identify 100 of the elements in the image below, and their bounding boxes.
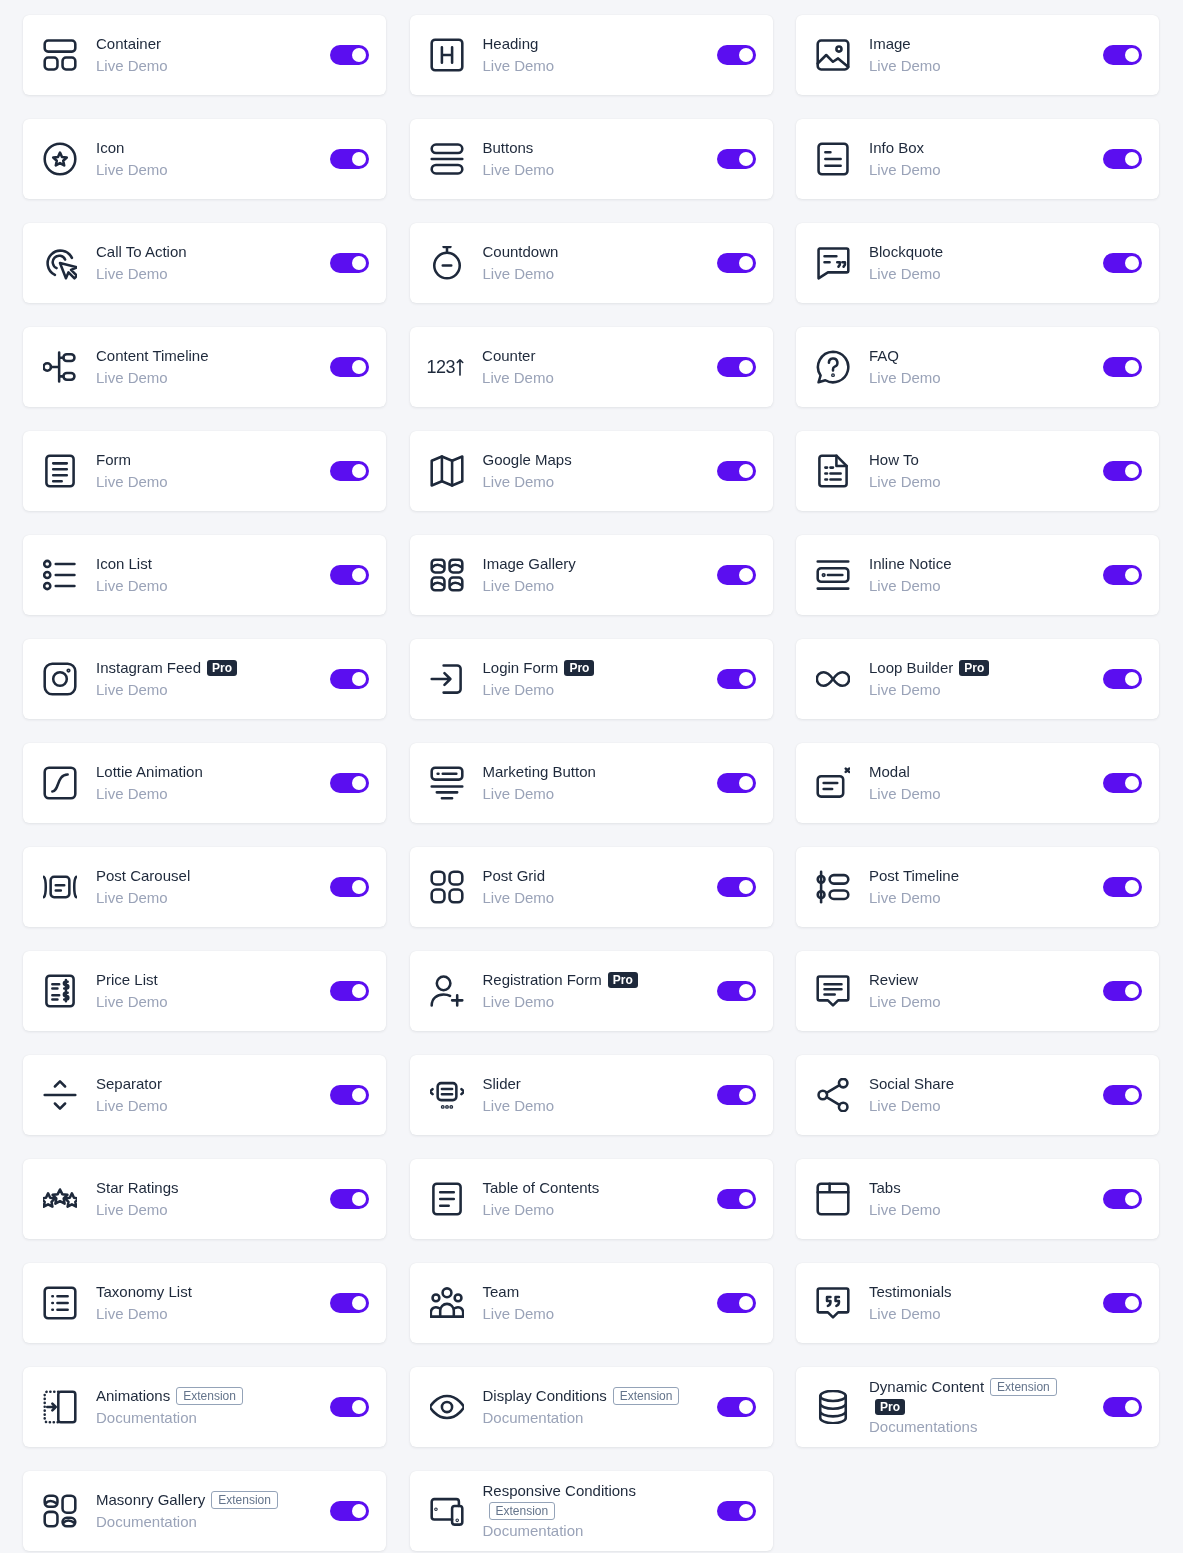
toggle-switch[interactable] bbox=[330, 877, 369, 897]
widget-link[interactable]: Documentation bbox=[482, 1407, 584, 1429]
widget-title: Lottie Animation bbox=[96, 762, 203, 782]
toggle-switch[interactable] bbox=[1103, 1189, 1142, 1209]
widget-link[interactable]: Live Demo bbox=[482, 55, 555, 77]
toggle-switch[interactable] bbox=[330, 461, 369, 481]
toggle-switch[interactable] bbox=[330, 669, 369, 689]
widget-link[interactable]: Live Demo bbox=[482, 1199, 555, 1221]
toggle-switch[interactable] bbox=[716, 1397, 756, 1417]
widget-title: Buttons bbox=[482, 138, 534, 158]
toggle-switch[interactable] bbox=[1103, 877, 1142, 897]
widget-link[interactable]: Live Demo bbox=[96, 55, 168, 77]
star-circle-icon bbox=[43, 142, 77, 176]
widget-link[interactable]: Live Demo bbox=[869, 679, 941, 701]
toggle-switch[interactable] bbox=[330, 45, 369, 65]
toggle-switch[interactable] bbox=[716, 1501, 756, 1521]
widget-link[interactable]: Live Demo bbox=[482, 991, 555, 1013]
toggle-switch[interactable] bbox=[1103, 981, 1142, 1001]
toggle-switch[interactable] bbox=[716, 461, 756, 481]
widget-link[interactable]: Live Demo bbox=[869, 575, 941, 597]
widget-link[interactable]: Live Demo bbox=[869, 783, 941, 805]
toggle-switch[interactable] bbox=[330, 149, 369, 169]
widget-link[interactable]: Live Demo bbox=[482, 367, 554, 389]
toggle-switch[interactable] bbox=[330, 253, 369, 273]
toggle-switch[interactable] bbox=[330, 1397, 369, 1417]
toggle-switch[interactable] bbox=[330, 1189, 369, 1209]
widget-link[interactable]: Live Demo bbox=[869, 887, 941, 909]
widget-link[interactable]: Live Demo bbox=[96, 471, 168, 493]
widget-link[interactable]: Live Demo bbox=[482, 263, 555, 285]
toggle-switch[interactable] bbox=[716, 1293, 756, 1313]
widget-link[interactable]: Live Demo bbox=[869, 471, 941, 493]
toggle-switch[interactable] bbox=[330, 565, 369, 585]
toggle-switch[interactable] bbox=[330, 1293, 369, 1313]
curve-square-icon bbox=[43, 766, 77, 800]
toggle-switch[interactable] bbox=[1103, 253, 1142, 273]
toggle-switch[interactable] bbox=[1103, 1293, 1142, 1313]
toggle-switch[interactable] bbox=[1103, 565, 1142, 585]
share-icon bbox=[816, 1078, 850, 1112]
toggle-switch[interactable] bbox=[716, 1189, 756, 1209]
widget-link[interactable]: Live Demo bbox=[96, 991, 168, 1013]
widget-link[interactable]: Live Demo bbox=[482, 1303, 555, 1325]
toggle-switch[interactable] bbox=[330, 1085, 369, 1105]
toggle-switch[interactable] bbox=[716, 773, 756, 793]
widget-link[interactable]: Live Demo bbox=[482, 575, 555, 597]
widget-link[interactable]: Live Demo bbox=[482, 471, 555, 493]
widget-link[interactable]: Live Demo bbox=[96, 263, 168, 285]
widget-link[interactable]: Live Demo bbox=[96, 887, 168, 909]
widget-link[interactable]: Live Demo bbox=[96, 575, 168, 597]
widget-title: Social Share bbox=[869, 1074, 955, 1094]
widget-link[interactable]: Live Demo bbox=[482, 783, 555, 805]
widget-title: Masonry Gallery bbox=[96, 1490, 206, 1510]
widget-link[interactable]: Live Demo bbox=[96, 159, 168, 181]
toggle-switch[interactable] bbox=[330, 357, 369, 377]
notice-bar-icon bbox=[816, 558, 850, 592]
widget-title: Tabs bbox=[869, 1178, 901, 1198]
toggle-switch[interactable] bbox=[716, 149, 756, 169]
widget-link[interactable]: Documentation bbox=[96, 1511, 197, 1533]
toggle-switch[interactable] bbox=[716, 981, 756, 1001]
toggle-switch[interactable] bbox=[1103, 45, 1142, 65]
toggle-switch[interactable] bbox=[330, 981, 369, 1001]
widget-link[interactable]: Live Demo bbox=[869, 991, 941, 1013]
widget-link[interactable]: Documentations bbox=[869, 1416, 978, 1438]
widget-link[interactable]: Live Demo bbox=[96, 367, 168, 389]
widget-title: Testimonials bbox=[869, 1282, 952, 1302]
toggle-switch[interactable] bbox=[716, 1085, 756, 1105]
toggle-switch[interactable] bbox=[716, 565, 756, 585]
toggle-switch[interactable] bbox=[1103, 149, 1142, 169]
toggle-switch[interactable] bbox=[1103, 357, 1142, 377]
widget-link[interactable]: Live Demo bbox=[482, 887, 555, 909]
stacked-buttons-icon bbox=[429, 142, 464, 176]
widget-link[interactable]: Live Demo bbox=[869, 367, 941, 389]
toggle-switch[interactable] bbox=[716, 877, 756, 897]
toggle-switch[interactable] bbox=[1103, 1085, 1142, 1105]
toggle-switch[interactable] bbox=[330, 773, 369, 793]
widget-link[interactable]: Live Demo bbox=[869, 263, 941, 285]
toggle-switch[interactable] bbox=[716, 45, 756, 65]
widget-link[interactable]: Live Demo bbox=[96, 1095, 168, 1117]
widget-link[interactable]: Live Demo bbox=[869, 55, 941, 77]
widget-link[interactable]: Live Demo bbox=[482, 679, 555, 701]
widget-link[interactable]: Live Demo bbox=[96, 783, 168, 805]
toggle-switch[interactable] bbox=[1103, 1397, 1142, 1417]
widget-link[interactable]: Live Demo bbox=[96, 1303, 168, 1325]
toggle-switch[interactable] bbox=[716, 669, 756, 689]
widget-link[interactable]: Live Demo bbox=[869, 1199, 941, 1221]
toggle-switch[interactable] bbox=[716, 253, 756, 273]
team-icon bbox=[429, 1286, 464, 1320]
toggle-switch[interactable] bbox=[1103, 669, 1142, 689]
widget-link[interactable]: Documentation bbox=[96, 1407, 197, 1429]
widget-link[interactable]: Live Demo bbox=[869, 159, 941, 181]
widget-link[interactable]: Live Demo bbox=[482, 159, 555, 181]
widget-link[interactable]: Documentation bbox=[482, 1520, 584, 1542]
toggle-switch[interactable] bbox=[1103, 461, 1142, 481]
widget-link[interactable]: Live Demo bbox=[482, 1095, 555, 1117]
widget-link[interactable]: Live Demo bbox=[869, 1303, 941, 1325]
widget-link[interactable]: Live Demo bbox=[96, 679, 168, 701]
toggle-switch[interactable] bbox=[716, 357, 756, 377]
toggle-switch[interactable] bbox=[330, 1501, 369, 1521]
widget-link[interactable]: Live Demo bbox=[96, 1199, 168, 1221]
widget-link[interactable]: Live Demo bbox=[869, 1095, 941, 1117]
toggle-switch[interactable] bbox=[1103, 773, 1142, 793]
